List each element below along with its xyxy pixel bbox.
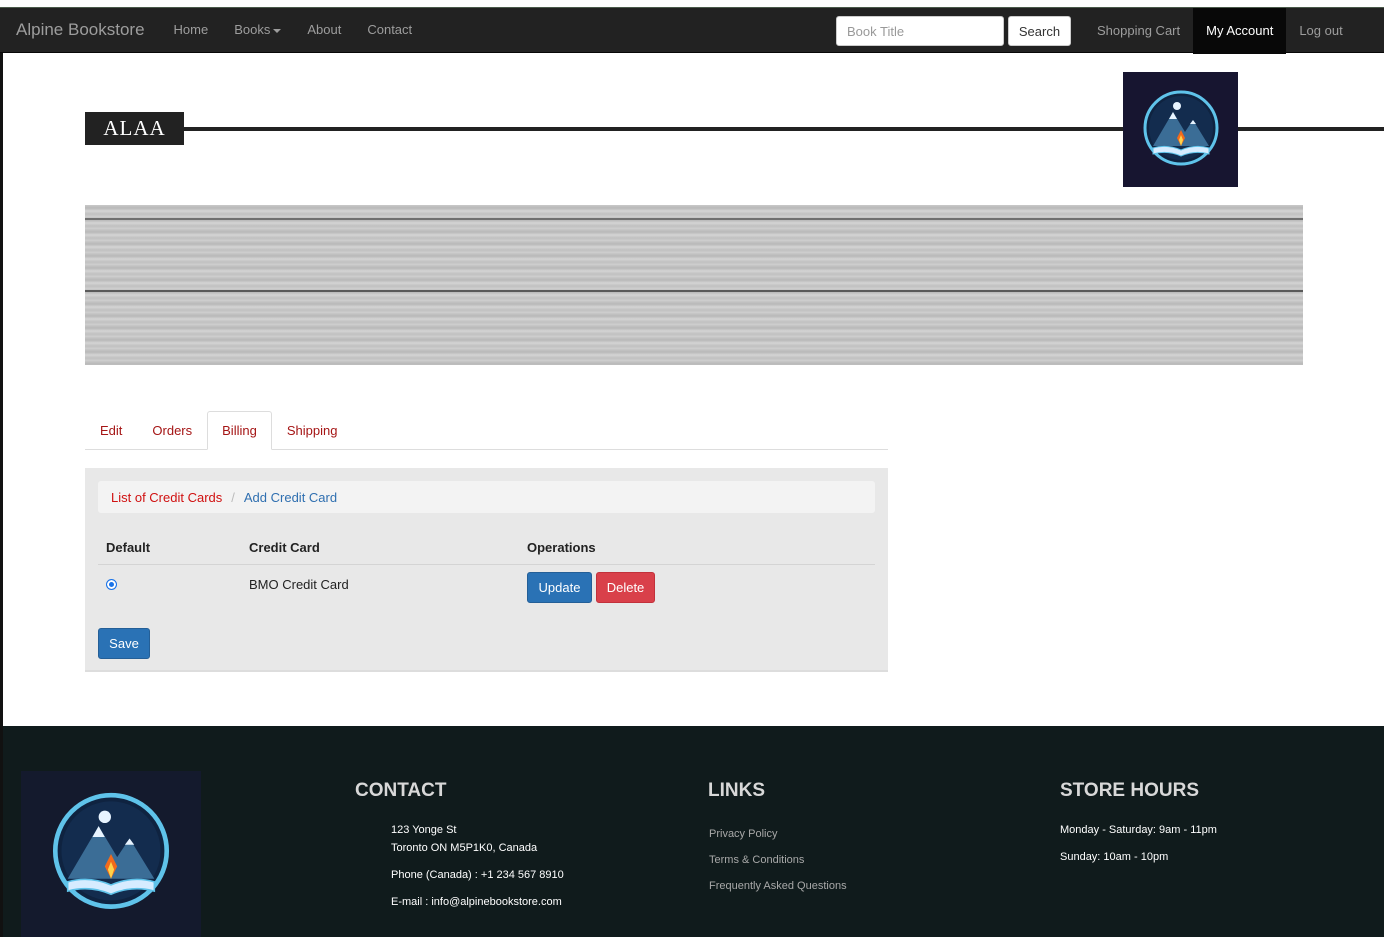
breadcrumb-separator: / — [231, 489, 235, 505]
billing-panel: List of Credit Cards / Add Credit Card D… — [85, 468, 888, 672]
link-privacy-policy[interactable]: Privacy Policy — [709, 828, 777, 840]
search-input[interactable] — [836, 16, 1004, 46]
nav-log-out[interactable]: Log out — [1286, 8, 1355, 54]
column-header-default: Default — [106, 540, 151, 555]
breadcrumb-list-credit-cards[interactable]: List of Credit Cards — [111, 490, 222, 505]
email-text: E-mail : info@alpinebookstore.com — [391, 896, 562, 908]
contact-heading: CONTACT — [355, 780, 447, 801]
top-navbar: Alpine Bookstore Home Books About Contac… — [0, 7, 1384, 54]
default-card-radio[interactable] — [106, 579, 117, 590]
chevron-down-icon — [273, 28, 282, 33]
user-name-title: ALAA — [85, 112, 184, 145]
tab-billing[interactable]: Billing — [207, 411, 272, 450]
address-line-1: 123 Yonge St — [391, 824, 457, 836]
footer-logo — [21, 771, 201, 937]
nav-right-group: Shopping Cart My Account Log out — [1084, 8, 1356, 54]
nav-shopping-cart[interactable]: Shopping Cart — [1084, 8, 1193, 54]
tab-orders[interactable]: Orders — [137, 411, 207, 449]
nav-home[interactable]: Home — [161, 7, 222, 53]
column-header-operations: Operations — [527, 540, 596, 555]
mountain-book-logo-icon — [52, 792, 170, 909]
wood-banner-image — [85, 205, 1303, 365]
breadcrumb: List of Credit Cards / Add Credit Card — [98, 481, 875, 513]
store-logo — [1123, 72, 1238, 187]
nav-books-label: Books — [234, 22, 271, 37]
delete-button[interactable]: Delete — [596, 572, 655, 603]
nav-contact[interactable]: Contact — [354, 7, 425, 53]
hours-weekday: Monday - Saturday: 9am - 11pm — [1060, 824, 1217, 836]
breadcrumb-add-credit-card[interactable]: Add Credit Card — [244, 490, 337, 505]
store-hours-heading: STORE HOURS — [1060, 780, 1200, 801]
link-faq[interactable]: Frequently Asked Questions — [709, 880, 847, 892]
credit-card-name: BMO Credit Card — [249, 577, 349, 592]
mountain-book-logo-icon — [1143, 90, 1218, 165]
update-button[interactable]: Update — [527, 572, 592, 603]
link-terms-conditions[interactable]: Terms & Conditions — [709, 854, 804, 866]
nav-about[interactable]: About — [294, 7, 354, 53]
brand-link[interactable]: Alpine Bookstore — [0, 7, 161, 53]
account-tabs: Edit Orders Billing Shipping — [85, 411, 888, 450]
site-footer: CONTACT 123 Yonge St Toronto ON M5P1K0, … — [3, 726, 1384, 937]
links-heading: LINKS — [708, 780, 765, 801]
save-button[interactable]: Save — [98, 628, 150, 659]
address-line-2: Toronto ON M5P1K0, Canada — [391, 842, 538, 854]
column-header-credit-card: Credit Card — [249, 540, 320, 555]
nav-books-dropdown[interactable]: Books — [221, 7, 294, 53]
table-header-divider — [98, 564, 875, 565]
search-button[interactable]: Search — [1008, 16, 1071, 46]
nav-my-account[interactable]: My Account — [1193, 8, 1287, 54]
phone-text: Phone (Canada) : +1 234 567 8910 — [391, 869, 564, 881]
hours-sunday: Sunday: 10am - 10pm — [1060, 851, 1169, 863]
tab-edit[interactable]: Edit — [85, 411, 137, 449]
tab-shipping[interactable]: Shipping — [272, 411, 353, 449]
